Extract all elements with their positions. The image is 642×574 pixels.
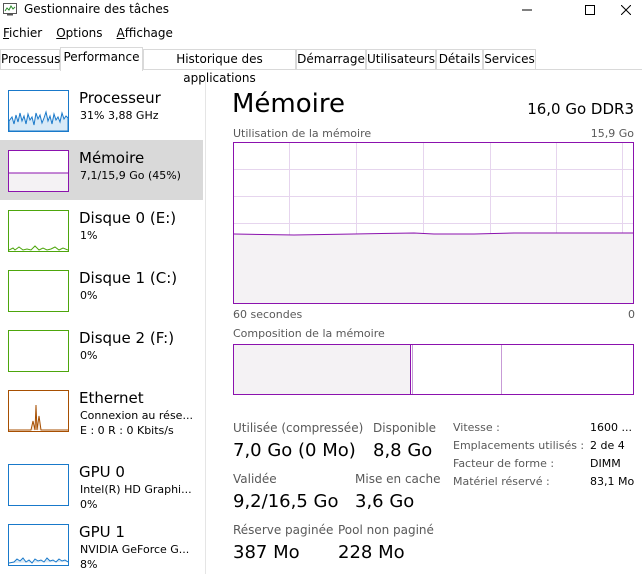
resource-name: Disque 2 (F:) <box>79 329 175 347</box>
form-factor-label: Facteur de forme : <box>453 457 555 470</box>
tab-utilisateurs[interactable]: Utilisateurs <box>366 49 436 69</box>
resource-name: Ethernet <box>79 389 144 407</box>
composition-caption: Composition de la mémoire <box>233 327 385 340</box>
tab-processus[interactable]: Processus <box>0 49 60 69</box>
used-label: Utilisée (compressée) <box>233 421 364 435</box>
processeur-thumbnail <box>8 90 69 132</box>
close-button[interactable] <box>610 0 642 20</box>
time-axis-left: 60 secondes <box>233 308 303 321</box>
tab-historique[interactable]: Historique des applications <box>143 49 296 85</box>
resource-name: GPU 1 <box>79 523 125 541</box>
resource-name: GPU 0 <box>79 463 125 481</box>
resource-name: Processeur <box>79 89 161 107</box>
resource-name: Disque 1 (C:) <box>79 269 178 287</box>
ethernet-thumbnail <box>8 390 69 432</box>
resource-disque-0[interactable]: Disque 0 (E:) 1% <box>0 200 203 260</box>
disque-1-thumbnail <box>8 270 69 312</box>
resource-sub: Connexion au rése... <box>80 409 193 422</box>
paged-pool-value: 387 Mo <box>233 542 300 563</box>
gpu-1-thumbnail <box>8 524 69 566</box>
memory-composition-bar <box>233 344 634 395</box>
minimize-icon <box>522 9 532 11</box>
resource-name: Mémoire <box>79 149 145 167</box>
usage-caption: Utilisation de la mémoire <box>233 127 372 140</box>
resource-processeur[interactable]: Processeur 31% 3,88 GHz <box>0 80 203 140</box>
paged-pool-label: Réserve paginée <box>233 523 334 537</box>
close-icon <box>621 5 631 15</box>
menu-options[interactable]: Options <box>53 24 107 42</box>
resource-sub: 0% <box>80 289 98 302</box>
nonpaged-pool-label: Pool non paginé <box>338 523 434 537</box>
slots-value: 2 de 4 <box>590 439 625 452</box>
resource-sub2: 8% <box>80 558 98 571</box>
cached-value: 3,6 Go <box>355 491 415 512</box>
page-title: Mémoire <box>232 89 346 119</box>
resource-gpu-1[interactable]: GPU 1 NVIDIA GeForce G... 8% <box>0 514 203 574</box>
resource-memoire[interactable]: Mémoire 7,1/15,9 Go (45%) <box>0 140 203 200</box>
disque-2-thumbnail <box>8 330 69 372</box>
resource-sub2: E : 0 R : 0 Kbits/s <box>80 424 174 437</box>
time-axis-right: 0 <box>628 308 635 321</box>
speed-value: 1600 ... <box>590 421 632 434</box>
resource-sub: Intel(R) HD Graphi... <box>80 483 192 496</box>
reserved-label: Matériel réservé : <box>453 475 550 488</box>
resource-gpu-0[interactable]: GPU 0 Intel(R) HD Graphi... 0% <box>0 454 203 514</box>
gpu-0-thumbnail <box>8 464 69 506</box>
usage-max: 15,9 Go <box>590 127 634 140</box>
reserved-value: 83,1 Mo <box>590 475 635 488</box>
slots-label: Emplacements utilisés : <box>453 439 585 452</box>
resource-sub: 7,1/15,9 Go (45%) <box>80 169 181 182</box>
menu-bar: Fichier Options Affichage <box>0 24 184 42</box>
used-value: 7,0 Go (0 Mo) <box>233 440 356 461</box>
available-label: Disponible <box>373 421 437 435</box>
committed-label: Validée <box>233 472 277 486</box>
resource-sub: NVIDIA GeForce G... <box>80 543 190 556</box>
tab-performance[interactable]: Performance <box>60 47 143 71</box>
form-factor-value: DIMM <box>590 457 621 470</box>
tab-demarrage[interactable]: Démarrage <box>296 49 366 69</box>
resource-name: Disque 0 (E:) <box>79 209 177 227</box>
resource-sub: 0% <box>80 349 98 362</box>
maximize-button[interactable] <box>567 0 613 20</box>
cached-label: Mise en cache <box>355 472 441 486</box>
minimize-button[interactable] <box>504 0 550 20</box>
resource-disque-2[interactable]: Disque 2 (F:) 0% <box>0 320 203 380</box>
menu-affichage[interactable]: Affichage <box>114 24 178 42</box>
resource-sub: 1% <box>80 229 98 242</box>
tab-strip: Processus Performance Historique des app… <box>0 47 642 85</box>
resource-disque-1[interactable]: Disque 1 (C:) 0% <box>0 260 203 320</box>
task-manager-icon <box>3 3 17 16</box>
maximize-icon <box>585 5 595 15</box>
resource-sub: 31% 3,88 GHz <box>80 109 159 122</box>
resource-list: Processeur 31% 3,88 GHz Mémoire 7,1/15,9… <box>0 80 206 574</box>
memoire-thumbnail <box>8 150 69 192</box>
tab-details[interactable]: Détails <box>436 49 483 69</box>
disque-0-thumbnail <box>8 210 69 252</box>
resource-sub2: 0% <box>80 498 98 511</box>
nonpaged-pool-value: 228 Mo <box>338 542 405 563</box>
title-bar: Gestionnaire des tâches <box>0 0 642 20</box>
speed-label: Vitesse : <box>453 421 500 434</box>
menu-fichier[interactable]: Fichier <box>0 24 47 42</box>
tab-services[interactable]: Services <box>483 49 536 69</box>
memory-usage-chart <box>233 142 634 304</box>
memory-spec: 16,0 Go DDR3 <box>527 100 634 118</box>
window-title: Gestionnaire des tâches <box>24 2 170 16</box>
resource-ethernet[interactable]: Ethernet Connexion au rése... E : 0 R : … <box>0 380 203 440</box>
committed-value: 9,2/16,5 Go <box>233 491 339 512</box>
available-value: 8,8 Go <box>373 440 433 461</box>
